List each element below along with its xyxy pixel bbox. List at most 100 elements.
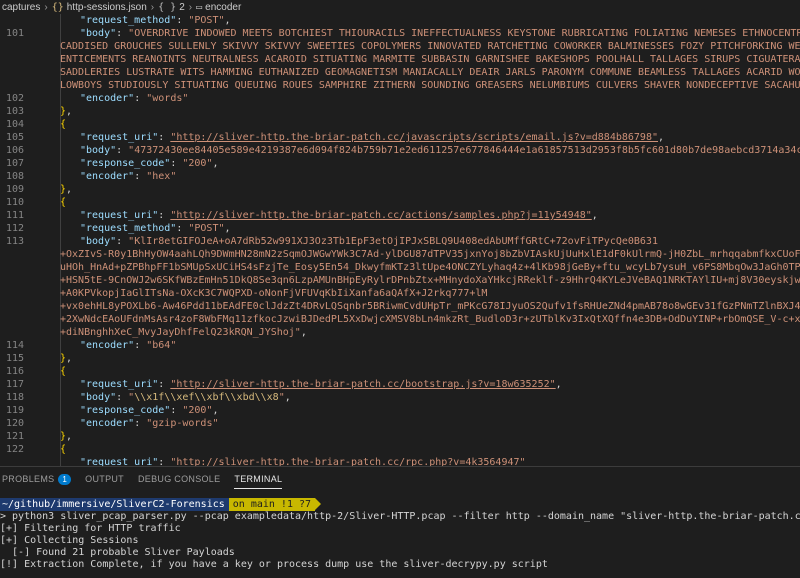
code-text: LOWBOYS STUDIOUSLY SITUATING QUEUING ROU…	[60, 80, 800, 91]
code-text: "request_method": "POST",	[80, 223, 231, 234]
code-line[interactable]: LOWBOYS STUDIOUSLY SITUATING QUEUING ROU…	[0, 79, 800, 92]
tab-debug-console[interactable]: DEBUG CONSOLE	[138, 467, 220, 491]
line-number: 117	[5, 379, 24, 390]
code-text: "encoder": "gzip-words"	[80, 418, 219, 429]
code-text: "encoder": "b64"	[80, 340, 177, 351]
code-line[interactable]: 109},	[0, 183, 800, 196]
breadcrumb-root[interactable]: captures	[2, 2, 40, 13]
code-line[interactable]: +vx0ehHL8yPOXLb6-Aw46Pdd11bEAdFE0clJdzZt…	[0, 300, 800, 313]
tab-label: OUTPUT	[85, 474, 124, 484]
code-line[interactable]: uHOh_HnAd+pZPBhpFF1bSMUpSxUCiHS4sFzjTe_E…	[0, 261, 800, 274]
code-line[interactable]: 114 "encoder": "b64"	[0, 339, 800, 352]
code-text: uHOh_HnAd+pZPBhpFF1bSMUpSxUCiHS4sFzjTe_E…	[60, 262, 800, 273]
tab-output[interactable]: OUTPUT	[85, 467, 124, 491]
code-text: +vx0ehHL8yPOXLb6-Aw46Pdd11bEAdFE0clJdzZt…	[60, 301, 800, 312]
code-text: +diNBnghhXeC_MvyJayDhfFelQ23kRQN_JYShoj"…	[60, 327, 307, 338]
chevron-right-icon: ›	[150, 1, 155, 13]
terminal-output-line: [!] Extraction Complete, if you have a k…	[0, 559, 548, 570]
code-line[interactable]: 102 "encoder": "words"	[0, 92, 800, 105]
line-number: 108	[5, 171, 24, 182]
code-text: "request_method": "POST",	[80, 15, 231, 26]
line-number: 120	[5, 418, 24, 429]
code-text: "request_uri": "http://sliver-http.the-b…	[80, 379, 562, 390]
code-line[interactable]: 106 "body": "47372430ee84405e589e4219387e…	[0, 144, 800, 157]
line-number: 122	[5, 444, 24, 455]
object-node-icon: { }	[158, 1, 177, 13]
code-line[interactable]: ENTICEMENTS REANOINTS NEUTRALNESS ACAROI…	[0, 53, 800, 66]
code-text: "body": "\\x1f\\xef\\xbf\\xbd\\x8",	[80, 392, 291, 403]
chevron-right-icon: ›	[44, 1, 48, 13]
line-number: 101	[5, 28, 24, 39]
line-number: 116	[5, 366, 24, 377]
code-line[interactable]: +OxZIvS-R0y1BhHyOW4aahLQh9DWmHN28mN2zSqm…	[0, 248, 800, 261]
code-line[interactable]: 118 "body": "\\x1f\\xef\\xbf\\xbd\\x8",	[0, 391, 800, 404]
code-line[interactable]: 105 "request_uri": "http://sliver-http.th…	[0, 131, 800, 144]
code-line[interactable]: +A0KPVkopjIaGlITsNa-OXcK3C7WQPXD-oNonFjV…	[0, 287, 800, 300]
code-line[interactable]: 103},	[0, 105, 800, 118]
field-icon: ▭	[196, 1, 203, 13]
code-text: "encoder": "words"	[80, 93, 189, 104]
line-number: 109	[5, 184, 24, 195]
code-line[interactable]: 108 "encoder": "hex"	[0, 170, 800, 183]
terminal-prompt: ~/github/immersive/SliverC2-Forensics on…	[0, 498, 800, 511]
json-file-icon: {}	[51, 1, 64, 13]
line-number: 104	[5, 119, 24, 130]
line-number: 105	[5, 132, 24, 143]
code-text: +A0KPVkopjIaGlITsNa-OXcK3C7WQPXD-oNonFjV…	[60, 288, 488, 299]
problems-count-badge: 1	[58, 473, 72, 485]
code-line[interactable]: 101 "body": "OVERDRIVE INDOWED MEETS BOTC…	[0, 27, 800, 40]
code-line[interactable]: 107 "response_code": "200",	[0, 157, 800, 170]
code-text: {	[60, 366, 67, 377]
code-line[interactable]: 117 "request_uri": "http://sliver-http.th…	[0, 378, 800, 391]
code-text: {	[60, 197, 67, 208]
prompt-git-status: on main !1 ?7	[228, 498, 316, 511]
code-line[interactable]: CADDISED GROUCHES SULLENLY SKIVVY SKIVVY…	[0, 40, 800, 53]
code-line[interactable]: 120 "encoder": "gzip-words"	[0, 417, 800, 430]
code-text: +OxZIvS-R0y1BhHyOW4aahLQh9DWmHN28mN2zSqm…	[60, 249, 800, 260]
code-text: },	[60, 353, 73, 364]
code-line[interactable]: "request_uri": "http://sliver-http.the-b…	[0, 456, 800, 466]
code-line[interactable]: +HSN5tE-9CnOWJ2w6SKfWBzEmHn51DkQ8Se3qn6L…	[0, 274, 800, 287]
tab-problems[interactable]: PROBLEMS 1	[2, 467, 72, 491]
code-line[interactable]: 113 "body": "KlIr8etGIFOJeA+oA7dRb52w991X…	[0, 235, 800, 248]
code-line[interactable]: 104 {	[0, 118, 800, 131]
code-text: SADDLERIES LUSTRATE WITS HAMMING EUTHANI…	[60, 67, 800, 78]
tab-terminal[interactable]: TERMINAL	[234, 467, 283, 491]
code-line[interactable]: 115},	[0, 352, 800, 365]
code-text: "body": "OVERDRIVE INDOWED MEETS BOTCHIE…	[80, 28, 800, 39]
code-text: ENTICEMENTS REANOINTS NEUTRALNESS ACAROI…	[60, 54, 800, 65]
code-line[interactable]: SADDLERIES LUSTRATE WITS HAMMING EUTHANI…	[0, 66, 800, 79]
line-number: 118	[5, 392, 24, 403]
line-number: 106	[5, 145, 24, 156]
code-line[interactable]: 122 {	[0, 443, 800, 456]
code-line[interactable]: 111 "request_uri": "http://sliver-http.th…	[0, 209, 800, 222]
code-line[interactable]: 110 {	[0, 196, 800, 209]
code-editor[interactable]: "request_method": "POST", 101 "body": "OVE…	[0, 14, 800, 466]
line-number: 103	[5, 106, 24, 117]
chevron-right-icon: ›	[188, 1, 193, 13]
code-line[interactable]: 116 {	[0, 365, 800, 378]
code-text: "body": "47372430ee84405e589e4219387e6d0…	[80, 145, 800, 156]
breadcrumb-node-index[interactable]: 2	[179, 2, 185, 13]
code-text: +2XwNdcEAoUFdnMsAsr4zoF8WbFMq11zfkocJzwi…	[60, 314, 800, 325]
bottom-panel: PROBLEMS 1 OUTPUT DEBUG CONSOLE TERMINAL ~/g…	[0, 466, 800, 578]
line-number: 107	[5, 158, 24, 169]
breadcrumb-file[interactable]: http-sessions.json	[67, 2, 147, 13]
terminal[interactable]: ~/github/immersive/SliverC2-Forensics on…	[0, 498, 800, 571]
line-number: 102	[5, 93, 24, 104]
line-number: 121	[5, 431, 24, 442]
code-text: CADDISED GROUCHES SULLENLY SKIVVY SKIVVY…	[60, 41, 800, 52]
tab-label: DEBUG CONSOLE	[137, 474, 221, 484]
code-line[interactable]: +diNBnghhXeC_MvyJayDhfFelQ23kRQN_JYShoj"…	[0, 326, 800, 339]
code-line[interactable]: 121},	[0, 430, 800, 443]
code-line[interactable]: 119 "response_code": "200",	[0, 404, 800, 417]
code-text: "response_code": "200",	[80, 158, 219, 169]
line-number: 110	[5, 197, 24, 208]
code-line[interactable]: +2XwNdcEAoUFdnMsAsr4zoF8WbFMq11zfkocJzwi…	[0, 313, 800, 326]
terminal-output-line: [+] Filtering for HTTP traffic	[0, 523, 181, 534]
code-line[interactable]: "request_method": "POST",	[0, 14, 800, 27]
terminal-output-line: [-] Found 21 probable Sliver Payloads	[0, 547, 235, 558]
code-line[interactable]: 112 "request_method": "POST",	[0, 222, 800, 235]
breadcrumb-node[interactable]: encoder	[205, 2, 241, 13]
prompt-path: ~/github/immersive/SliverC2-Forensics	[0, 498, 229, 511]
